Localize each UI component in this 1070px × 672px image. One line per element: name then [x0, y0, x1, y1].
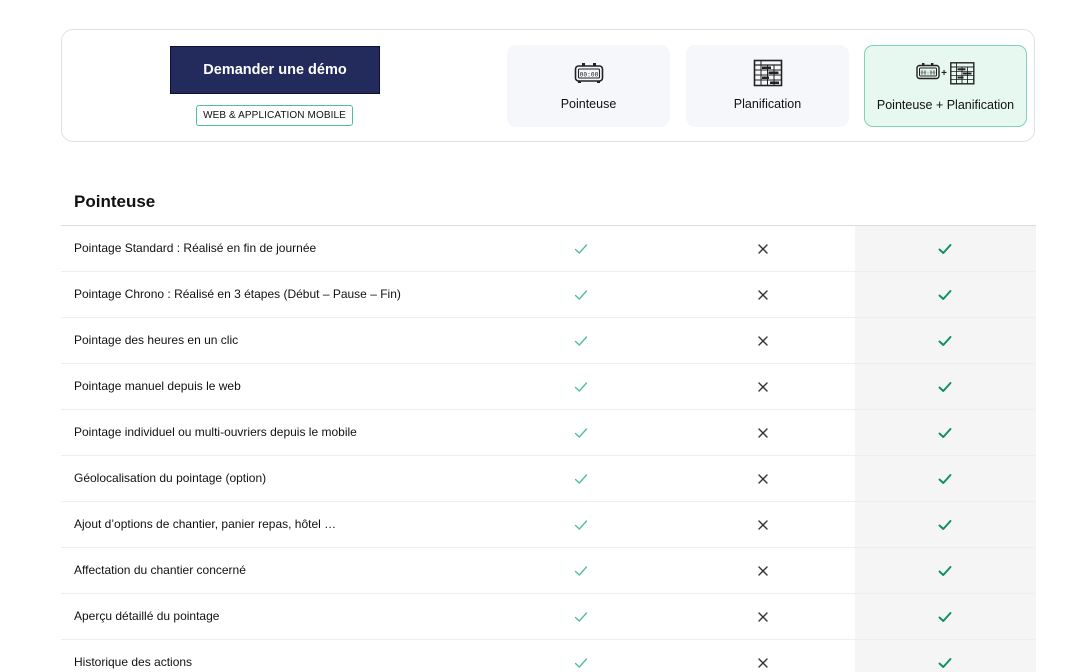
feature-label: Aperçu détaillé du pointage — [74, 609, 220, 623]
check-icon-pointeuse — [573, 471, 589, 487]
check-icon-pointeuse — [573, 333, 589, 349]
svg-text:00:00: 00:00 — [579, 71, 598, 78]
cross-icon-planification — [755, 425, 771, 441]
check-icon-pointeuse-planification — [937, 425, 953, 441]
check-icon-pointeuse — [573, 655, 589, 671]
pricing-comparison-page: Demander une démo WEB & APPLICATION MOBI… — [0, 0, 1070, 672]
request-demo-button[interactable]: Demander une démo — [170, 46, 380, 94]
feature-row: Pointage individuel ou multi-ouvriers de… — [61, 410, 1036, 456]
feature-label: Pointage individuel ou multi-ouvriers de… — [74, 425, 357, 439]
cross-icon-planification — [755, 287, 771, 303]
feature-comparison-table: Pointage Standard : Réalisé en fin de jo… — [61, 226, 1036, 672]
platform-badge: WEB & APPLICATION MOBILE — [196, 105, 353, 126]
time-clock-icon: 00:00 — [574, 58, 604, 88]
check-icon-pointeuse-planification — [937, 471, 953, 487]
check-icon-pointeuse-planification — [937, 287, 953, 303]
feature-label: Affectation du chantier concerné — [74, 563, 246, 577]
check-icon-pointeuse-planification — [937, 609, 953, 625]
cross-icon-planification — [755, 333, 771, 349]
plus-sign: + — [941, 68, 947, 79]
planning-grid-icon — [753, 58, 783, 88]
cross-icon-planification — [755, 517, 771, 533]
feature-label: Pointage des heures en un clic — [74, 333, 239, 347]
check-icon-pointeuse-planification — [937, 655, 953, 671]
plan-header-card: Demander une démo WEB & APPLICATION MOBI… — [61, 29, 1035, 142]
check-icon-pointeuse — [573, 563, 589, 579]
section-title: Pointeuse — [74, 192, 156, 211]
cross-icon-planification — [755, 471, 771, 487]
cross-icon-planification — [755, 379, 771, 395]
feature-row: Pointage Standard : Réalisé en fin de jo… — [61, 226, 1036, 272]
plan-label-planification: Planification — [733, 97, 802, 111]
check-icon-pointeuse-planification — [937, 517, 953, 533]
feature-row: Pointage des heures en un clic — [61, 318, 1036, 364]
check-icon-pointeuse — [573, 241, 589, 257]
feature-row: Affectation du chantier concerné — [61, 548, 1036, 594]
plan-label-pointeuse-planification: Pointeuse + Planification — [876, 98, 1015, 112]
plan-card-pointeuse-planification[interactable]: 00:00 + Pointeuse + Planification — [864, 45, 1027, 127]
feature-row: Ajout d’options de chantier, panier repa… — [61, 502, 1036, 548]
feature-label: Ajout d’options de chantier, panier repa… — [74, 517, 337, 531]
plan-label-pointeuse: Pointeuse — [560, 97, 617, 111]
check-icon-pointeuse-planification — [937, 333, 953, 349]
cross-icon-planification — [755, 563, 771, 579]
check-icon-pointeuse — [573, 425, 589, 441]
check-icon-pointeuse — [573, 287, 589, 303]
cross-icon-planification — [755, 655, 771, 671]
cross-icon-planification — [755, 609, 771, 625]
plan-card-planification[interactable]: Planification — [686, 45, 849, 127]
feature-row: Géolocalisation du pointage (option) — [61, 456, 1036, 502]
feature-row: Historique des actions — [61, 640, 1036, 672]
check-icon-pointeuse-planification — [937, 379, 953, 395]
plan-card-pointeuse[interactable]: 00:00 Pointeuse — [507, 45, 670, 127]
check-icon-pointeuse — [573, 379, 589, 395]
feature-row: Pointage manuel depuis le web — [61, 364, 1036, 410]
feature-label: Géolocalisation du pointage (option) — [74, 471, 267, 485]
feature-label: Pointage Chrono : Réalisé en 3 étapes (D… — [74, 287, 401, 301]
feature-row: Aperçu détaillé du pointage — [61, 594, 1036, 640]
svg-text:00:00: 00:00 — [920, 70, 935, 76]
feature-label: Pointage manuel depuis le web — [74, 379, 241, 393]
check-icon-pointeuse-planification — [937, 241, 953, 257]
time-clock-plus-planning-icon: 00:00 + — [915, 58, 976, 88]
feature-label: Historique des actions — [74, 655, 193, 669]
check-icon-pointeuse — [573, 609, 589, 625]
check-icon-pointeuse — [573, 517, 589, 533]
cross-icon-planification — [755, 241, 771, 257]
feature-label: Pointage Standard : Réalisé en fin de jo… — [74, 241, 317, 255]
feature-row: Pointage Chrono : Réalisé en 3 étapes (D… — [61, 272, 1036, 318]
check-icon-pointeuse-planification — [937, 563, 953, 579]
